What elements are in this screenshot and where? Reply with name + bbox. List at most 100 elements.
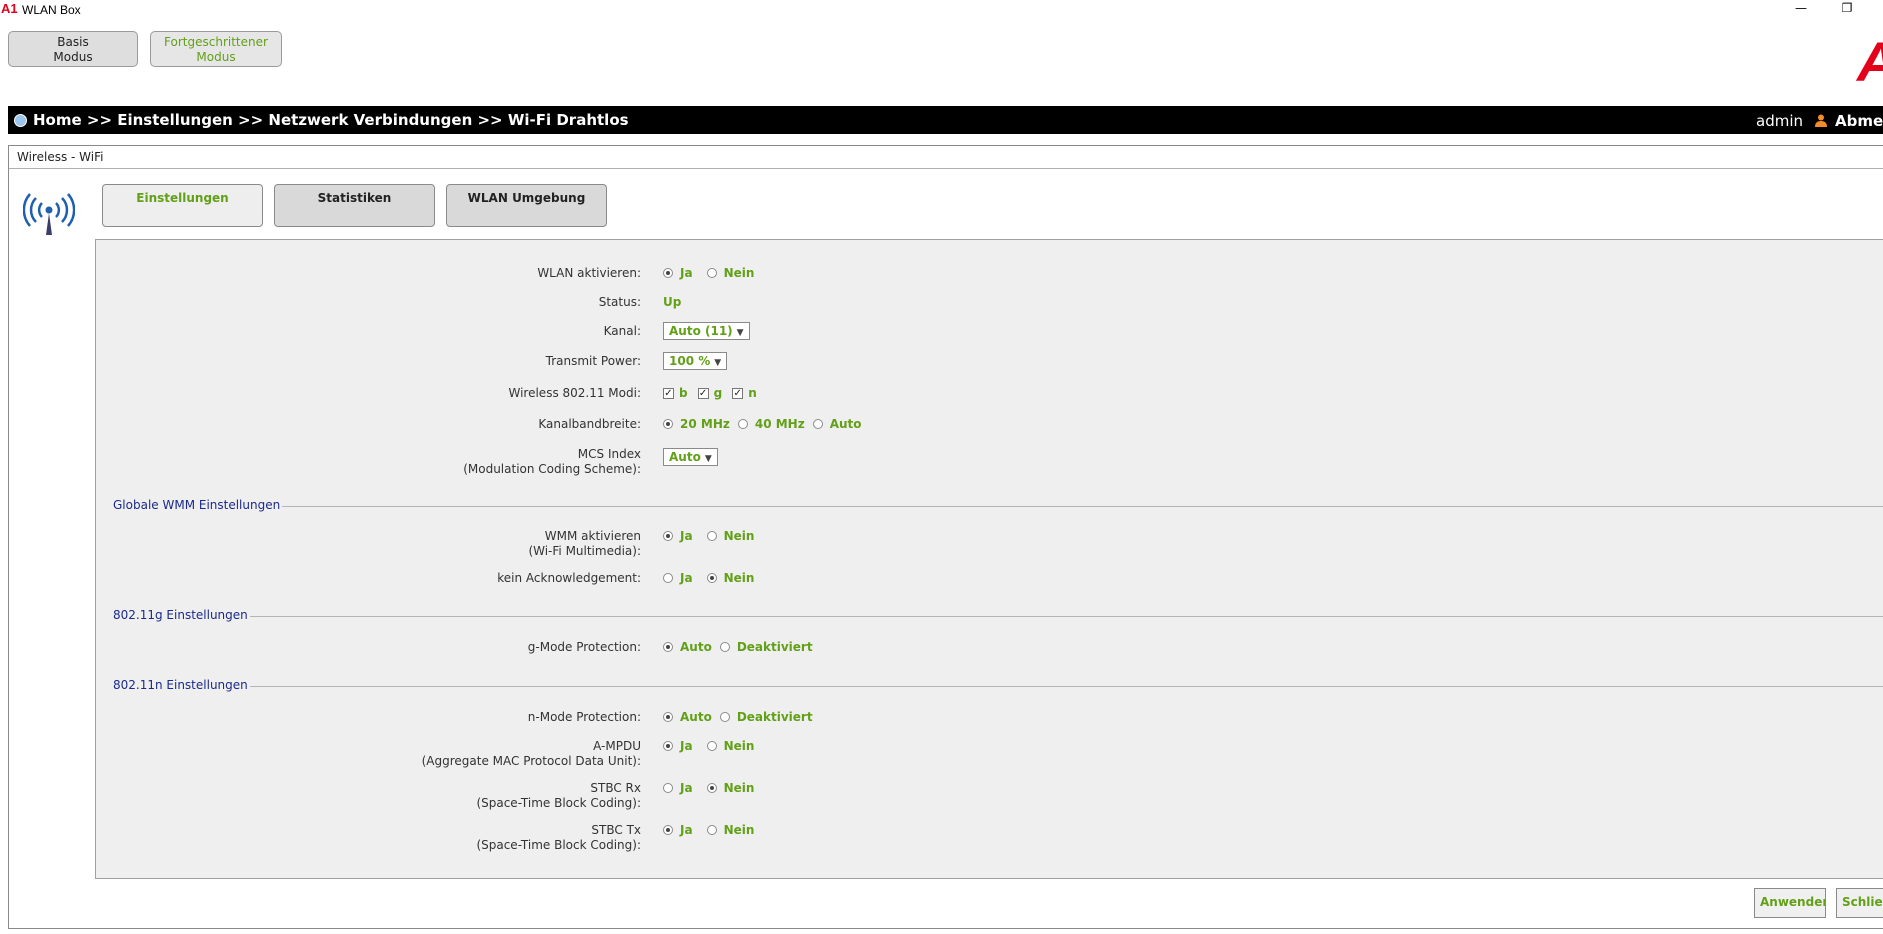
wmm-section-header: Globale WMM Einstellungen	[96, 498, 1883, 514]
minimize-button[interactable]: —	[1788, 1, 1814, 17]
close-button[interactable]: Schließen	[1836, 888, 1883, 918]
wmm-enable-no-label: Nein	[723, 529, 755, 543]
divider	[113, 506, 1883, 507]
wmm-enable-no-radio[interactable]	[706, 531, 717, 541]
ampdu-no-label: Nein	[723, 739, 755, 753]
stbc-rx-label-line2: (Space-Time Block Coding):	[476, 796, 641, 810]
ampdu-yes-radio[interactable]	[663, 741, 673, 751]
wmm-enable-yes-radio[interactable]	[663, 531, 673, 541]
wlan-enable-no-label: Nein	[723, 266, 755, 280]
stbc-tx-label-line1: STBC Tx	[591, 823, 641, 837]
bandwidth-20mhz-label: 20 MHz	[680, 417, 730, 431]
stbc-tx-label-line2: (Space-Time Block Coding):	[476, 838, 641, 852]
stbc-tx-label: STBC Tx (Space-Time Block Coding):	[476, 823, 641, 853]
stbc-rx-yes-label: Ja	[680, 781, 693, 795]
basic-mode-label-line1: Basis	[57, 35, 89, 49]
wmm-section-title: Globale WMM Einstellungen	[113, 498, 283, 512]
g-protection-off-radio[interactable]	[719, 642, 730, 652]
no-ack-yes-radio[interactable]	[663, 573, 673, 583]
wlan-enable-no-radio[interactable]	[706, 268, 717, 278]
mode-g-label: g	[713, 386, 723, 400]
g-protection-label: g-Mode Protection:	[527, 640, 641, 654]
current-user: admin	[1756, 112, 1803, 130]
mode-b-checkbox[interactable]: ✓	[663, 387, 674, 399]
wireless-panel: Wireless - WiFi Einstellungen Statistike…	[8, 145, 1883, 929]
ampdu-yes-label: Ja	[680, 739, 693, 753]
bandwidth-40mhz-label: 40 MHz	[754, 417, 805, 431]
chevron-down-icon: ▼	[714, 358, 722, 368]
status-value: Up	[663, 295, 682, 309]
wlan-enable-yes-label: Ja	[680, 266, 693, 280]
app-logo: A1	[1, 1, 18, 16]
stbc-rx-no-label: Nein	[723, 781, 755, 795]
transmit-power-select[interactable]: 100 % ▼	[663, 352, 728, 370]
mcs-index-select[interactable]: Auto ▼	[663, 448, 718, 466]
globe-icon	[14, 114, 27, 127]
tab-statistics[interactable]: Statistiken	[274, 184, 435, 227]
no-ack-no-radio[interactable]	[706, 573, 717, 583]
channel-select[interactable]: Auto (11) ▼	[663, 322, 750, 340]
wifi-antenna-icon	[23, 193, 75, 235]
stbc-tx-yes-label: Ja	[680, 823, 693, 837]
tab-settings[interactable]: Einstellungen	[102, 184, 263, 227]
advanced-mode-button[interactable]: Fortgeschrittener Modus	[150, 31, 282, 67]
brand-logo: A	[1857, 34, 1883, 90]
bandwidth-auto-radio[interactable]	[812, 419, 823, 429]
wlan-enable-yes-radio[interactable]	[663, 268, 673, 278]
stbc-tx-no-label: Nein	[723, 823, 755, 837]
n-protection-off-label: Deaktiviert	[736, 710, 813, 724]
ampdu-label-line2: (Aggregate MAC Protocol Data Unit):	[421, 754, 641, 768]
stbc-rx-label: STBC Rx (Space-Time Block Coding):	[476, 781, 641, 811]
panel-title: Wireless - WiFi	[17, 150, 104, 164]
wmm-enable-yes-label: Ja	[680, 529, 693, 543]
wireless-modes-label: Wireless 802.11 Modi:	[508, 386, 641, 400]
n-section-header: 802.11n Einstellungen	[96, 678, 1883, 694]
mcs-index-value: Auto	[669, 450, 701, 464]
basic-mode-button[interactable]: Basis Modus	[8, 31, 138, 67]
stbc-rx-yes-radio[interactable]	[663, 783, 673, 793]
ampdu-label-line1: A-MPDU	[593, 739, 641, 753]
title-bar: A1 WLAN Box — ❐	[0, 0, 1883, 20]
bandwidth-auto-label: Auto	[829, 417, 862, 431]
g-protection-auto-radio[interactable]	[663, 642, 673, 652]
n-section-title: 802.11n Einstellungen	[113, 678, 250, 692]
g-protection-off-label: Deaktiviert	[736, 640, 813, 654]
mode-g-checkbox[interactable]: ✓	[697, 387, 709, 399]
g-section-title: 802.11g Einstellungen	[113, 608, 250, 622]
wmm-enable-label: WMM aktivieren (Wi-Fi Multimedia):	[528, 529, 641, 559]
divider	[9, 168, 1883, 169]
mode-n-label: n	[748, 386, 757, 400]
stbc-rx-no-radio[interactable]	[706, 783, 717, 793]
logout-link[interactable]: Abmeld	[1835, 112, 1883, 130]
n-protection-off-radio[interactable]	[719, 712, 730, 722]
chevron-down-icon: ▼	[736, 328, 744, 338]
ampdu-no-radio[interactable]	[706, 741, 717, 751]
bandwidth-40mhz-radio[interactable]	[737, 419, 748, 429]
n-protection-auto-radio[interactable]	[663, 712, 673, 722]
channel-label: Kanal:	[603, 324, 641, 338]
channel-value: Auto (11)	[669, 324, 733, 338]
mcs-index-label-line2: (Modulation Coding Scheme):	[463, 462, 641, 476]
advanced-mode-label-line2: Modus	[196, 50, 236, 64]
tab-wlan-environment[interactable]: WLAN Umgebung	[446, 184, 607, 227]
stbc-tx-no-radio[interactable]	[706, 825, 717, 835]
divider	[113, 686, 1883, 687]
chevron-down-icon: ▼	[704, 454, 712, 464]
breadcrumb-path[interactable]: Home >> Einstellungen >> Netzwerk Verbin…	[33, 111, 629, 129]
stbc-tx-yes-radio[interactable]	[663, 825, 673, 835]
wmm-enable-label-line2: (Wi-Fi Multimedia):	[528, 544, 641, 558]
basic-mode-label-line2: Modus	[53, 50, 93, 64]
mcs-index-label-line1: MCS Index	[577, 447, 641, 461]
mode-b-label: b	[679, 386, 688, 400]
transmit-power-value: 100 %	[669, 354, 711, 368]
breadcrumb: Home >> Einstellungen >> Netzwerk Verbin…	[8, 106, 1883, 134]
bandwidth-20mhz-radio[interactable]	[663, 419, 673, 429]
restore-button[interactable]: ❐	[1834, 1, 1860, 17]
no-ack-yes-label: Ja	[680, 571, 693, 585]
transmit-power-label: Transmit Power:	[545, 354, 641, 368]
n-protection-auto-label: Auto	[680, 710, 712, 724]
mode-n-checkbox[interactable]: ✓	[732, 387, 744, 399]
divider	[113, 616, 1883, 617]
apply-button[interactable]: Anwenden	[1754, 888, 1826, 918]
wlan-enable-label: WLAN aktivieren:	[537, 266, 641, 280]
